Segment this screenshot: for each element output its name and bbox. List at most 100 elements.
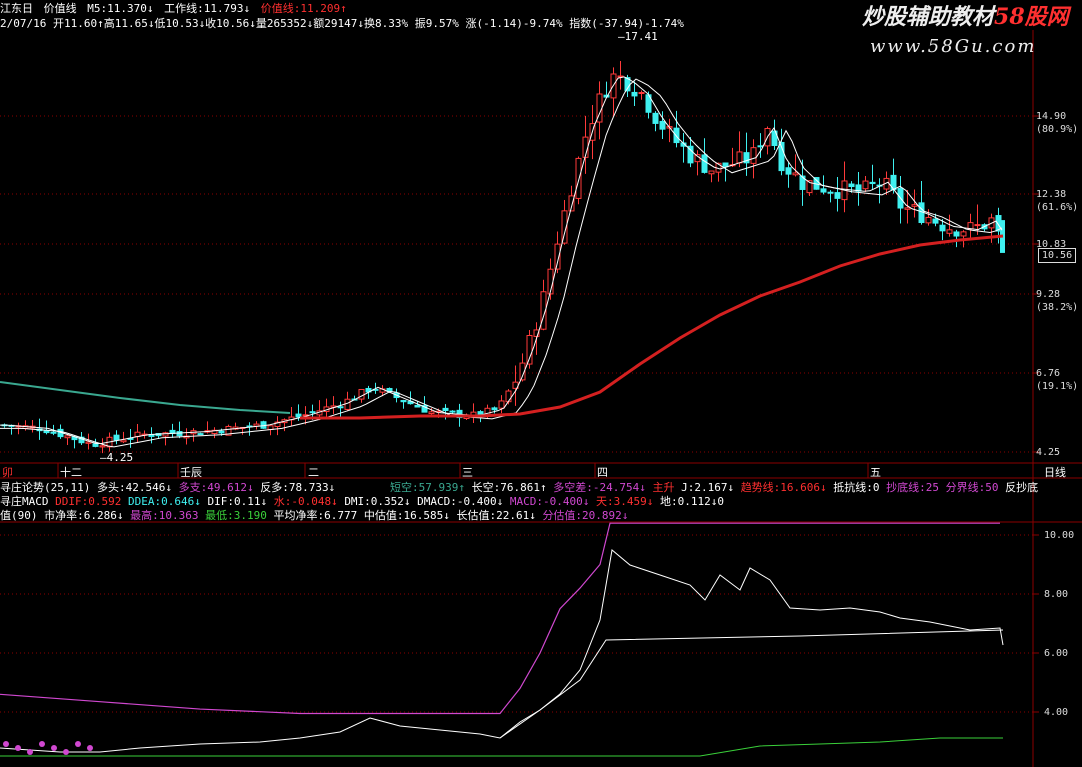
candle-body bbox=[834, 192, 841, 199]
ind3-low: 最低:3.190 bbox=[205, 509, 267, 522]
time-label-shier: 十二 bbox=[60, 466, 82, 479]
ind1-duokongcha: 多空差:-24.754↓ bbox=[553, 481, 646, 494]
price-label-value: 12.38 bbox=[1036, 189, 1067, 200]
candle-body bbox=[64, 435, 71, 439]
candle-body bbox=[722, 162, 729, 168]
candle-body bbox=[659, 120, 666, 130]
lower-dot bbox=[15, 745, 21, 751]
time-label-mao: 卯 bbox=[2, 466, 13, 479]
ind2-ddif: DDIF:0.592 bbox=[55, 495, 122, 508]
ind2-macd: MACD:-0.400↓ bbox=[509, 495, 590, 508]
candle-body bbox=[526, 334, 533, 365]
m5-value: M5:11.370↓ bbox=[87, 2, 154, 15]
ind1-duotou: 多头:42.546↓ bbox=[96, 481, 172, 494]
price-label-pct: (80.9%) bbox=[1036, 124, 1079, 135]
candle-body bbox=[575, 157, 582, 199]
candle-body bbox=[911, 204, 918, 207]
lower-magenta-line bbox=[0, 522, 1000, 715]
ind2-di: 地:0.112↓0 bbox=[659, 495, 724, 508]
candle-body bbox=[820, 188, 827, 193]
ind3-name[interactable]: 值(90) bbox=[0, 509, 38, 522]
low-mark: —4.25 bbox=[100, 451, 134, 464]
candle-body bbox=[50, 431, 57, 434]
lower-dot bbox=[51, 745, 57, 751]
period-daily[interactable]: 日线 bbox=[1044, 466, 1066, 479]
lower-axis-4: 4.00 bbox=[1044, 707, 1069, 718]
candle-body bbox=[848, 183, 855, 188]
candle-body bbox=[925, 216, 932, 224]
candle-body bbox=[953, 231, 960, 237]
ind2-dif: DIF:0.11↓ bbox=[207, 495, 268, 508]
candle-body bbox=[736, 151, 743, 164]
candle-body bbox=[862, 180, 869, 190]
candle-body bbox=[99, 445, 106, 448]
ind1-chaodixian: 抄底线:25 bbox=[886, 481, 940, 494]
ind3-long: 长估值:22.61↓ bbox=[456, 509, 536, 522]
lower-dot bbox=[27, 749, 33, 755]
low-mark-value: 4.25 bbox=[106, 451, 134, 464]
ind1-j: J:2.167↓ bbox=[681, 481, 735, 494]
candle-body bbox=[827, 191, 834, 194]
candle-body bbox=[414, 404, 421, 408]
indicator-name[interactable]: 价值线 bbox=[44, 2, 77, 15]
indicator-row-2: 寻庄MACD DDIF:0.592 DDEA:0.646↓ DIF:0.11↓ … bbox=[0, 495, 724, 508]
time-label-si: 四 bbox=[597, 466, 608, 479]
lower-white-line bbox=[0, 549, 1004, 753]
ind2-name[interactable]: 寻庄MACD bbox=[0, 495, 49, 508]
ind1-fenjiexian: 分界线:50 bbox=[945, 481, 999, 494]
price-label-value: 6.76 bbox=[1036, 368, 1061, 379]
candle-body bbox=[631, 91, 638, 97]
ind1-duozhi: 多支:49.612↓ bbox=[178, 481, 254, 494]
lower-white-flat bbox=[499, 629, 1004, 739]
price-label-pct: (19.1%) bbox=[1036, 381, 1079, 392]
price-label-value: 9.28 bbox=[1036, 289, 1061, 300]
candle-body bbox=[176, 431, 183, 437]
price-label-14.90: 14.90 (80.9%) bbox=[1036, 110, 1078, 136]
ind1-zhusheng: 主升 bbox=[652, 481, 675, 494]
ind3-mid: 中估值:16.585↓ bbox=[363, 509, 450, 522]
candle-body bbox=[400, 400, 407, 403]
ind2-tian: 天:3.459↓ bbox=[596, 495, 654, 508]
lower-axis-10: 10.00 bbox=[1044, 530, 1075, 541]
lower-axis-8: 8.00 bbox=[1044, 589, 1069, 600]
ind3-avg: 平均净率:6.777 bbox=[273, 509, 358, 522]
candle-body bbox=[491, 407, 498, 411]
candle-body bbox=[932, 218, 939, 224]
current-price-box: 10.56 bbox=[1038, 248, 1077, 263]
watermark-title: 炒股辅助教材58股网 bbox=[862, 5, 1069, 29]
candle-body bbox=[43, 430, 50, 434]
candle-body bbox=[673, 127, 680, 144]
candle-body bbox=[757, 145, 764, 148]
high-mark-value: 17.41 bbox=[624, 30, 658, 43]
ind2-shui: 水:-0.048↓ bbox=[273, 495, 338, 508]
candle-body bbox=[708, 170, 715, 175]
lower-dot bbox=[39, 741, 45, 747]
stock-name[interactable]: 江东日 bbox=[0, 2, 33, 15]
price-line-value: 价值线:11.209↑ bbox=[260, 2, 347, 15]
candle-body bbox=[428, 411, 435, 415]
work-line-value: 工作线:11.793↓ bbox=[164, 2, 251, 15]
price-label-value: 4.25 bbox=[1036, 447, 1061, 458]
ind1-duankong: 短空:57.939↑ bbox=[390, 481, 465, 494]
time-label-er: 二 bbox=[308, 466, 319, 479]
candle-body bbox=[337, 406, 344, 409]
ind2-dmi: DMI:0.352↓ bbox=[344, 495, 411, 508]
indicator-row-1b: 短空:57.939↑ 长空:76.861↑ 多空差:-24.754↓ 主升 J:… bbox=[390, 481, 1038, 494]
indicator-row-3: 值(90) 市净率:6.286↓ 最高:10.363 最低:3.190 平均净率… bbox=[0, 509, 628, 522]
header-row-1: 江东日 价值线 M5:11.370↓ 工作线:11.793↓ 价值线:11.20… bbox=[0, 2, 351, 15]
candle-body bbox=[92, 443, 99, 447]
candle-body bbox=[960, 231, 967, 237]
ind1-qushixian: 趋势线:16.606↓ bbox=[740, 481, 827, 494]
time-label-san: 三 bbox=[462, 466, 473, 479]
lower-dot bbox=[87, 745, 93, 751]
candle-body bbox=[358, 388, 365, 400]
candle-body bbox=[904, 207, 911, 210]
kline-chart[interactable] bbox=[0, 0, 1082, 767]
lower-dot bbox=[3, 741, 9, 747]
price-label-6.76: 6.76 (19.1%) bbox=[1036, 367, 1078, 393]
ind1-fanchaodi: 反抄底 bbox=[1005, 481, 1039, 494]
header-row-2: 2/07/16 开11.60↑高11.65↓低10.53↓收10.56↓量265… bbox=[0, 17, 684, 30]
ind3-pb: 市净率:6.286↓ bbox=[44, 509, 124, 522]
ind1-name[interactable]: 寻庄论势(25,11) bbox=[0, 481, 90, 494]
ind2-ddea: DDEA:0.646↓ bbox=[127, 495, 201, 508]
